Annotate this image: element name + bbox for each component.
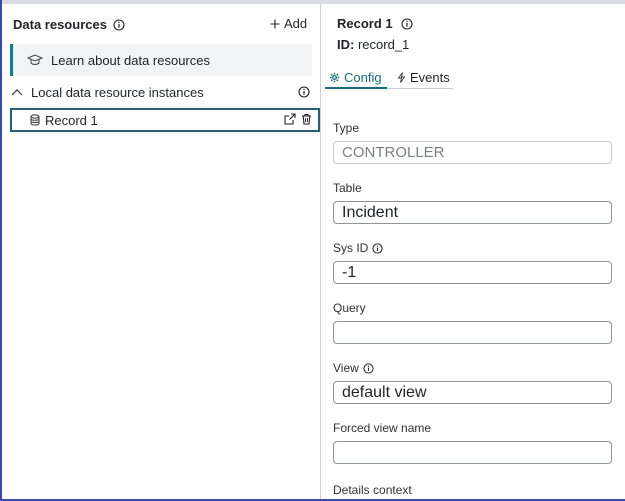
- details-context-label: Details context: [333, 483, 412, 497]
- record-id-prefix: ID:: [337, 37, 355, 52]
- section-label: Local data resource instances: [31, 84, 204, 100]
- table-field[interactable]: Incident: [333, 201, 612, 224]
- table-label: Table: [333, 181, 362, 195]
- tabs-baseline: [387, 88, 453, 89]
- sys-id-field[interactable]: -1: [333, 261, 612, 284]
- record-id: ID: record_1: [337, 37, 409, 52]
- active-tab-indicator: [325, 87, 387, 89]
- record-actions: [284, 113, 312, 125]
- tab-config-label: Config: [344, 69, 382, 85]
- record-config-panel: Record 1 ID: record_1 Config Events Type…: [321, 4, 625, 499]
- type-field: CONTROLLER: [333, 141, 612, 164]
- lightning-icon: [397, 71, 406, 83]
- tab-events[interactable]: Events: [397, 66, 450, 88]
- tab-bar: Config Events: [321, 64, 625, 90]
- view-field[interactable]: default view: [333, 381, 612, 404]
- local-instances-section-header[interactable]: Local data resource instances: [11, 83, 312, 101]
- forced-view-name-label: Forced view name: [333, 421, 432, 435]
- query-field[interactable]: [333, 321, 612, 344]
- type-label: Type: [333, 121, 360, 135]
- forced-view-name-field[interactable]: [333, 441, 612, 464]
- data-resources-panel: Data resources Add Learn about data reso…: [2, 4, 320, 499]
- add-button[interactable]: Add: [270, 16, 307, 31]
- graduation-cap-icon: [27, 54, 43, 65]
- gear-icon: [329, 72, 340, 82]
- record-label: Record 1: [45, 112, 98, 128]
- info-icon[interactable]: [113, 18, 125, 31]
- view-label: View: [333, 361, 359, 375]
- info-icon[interactable]: [363, 362, 374, 374]
- tab-events-label: Events: [410, 69, 450, 85]
- info-icon[interactable]: [372, 242, 383, 254]
- record-header: Record 1: [337, 16, 413, 31]
- learn-about-label: Learn about data resources: [51, 52, 210, 68]
- info-icon[interactable]: [401, 17, 413, 30]
- learn-about-link[interactable]: Learn about data resources: [10, 44, 312, 76]
- sys-id-label-row: Sys ID: [333, 241, 383, 255]
- sys-id-label: Sys ID: [333, 241, 369, 255]
- plus-icon: [270, 19, 280, 28]
- panel-header: Data resources: [13, 17, 125, 32]
- chevron-up-icon: [11, 89, 23, 96]
- record-title: Record 1: [337, 16, 393, 31]
- record-list-item[interactable]: Record 1: [10, 108, 320, 132]
- panel-title: Data resources: [13, 17, 107, 32]
- trash-icon[interactable]: [301, 113, 312, 125]
- info-icon[interactable]: [298, 86, 310, 98]
- query-label: Query: [333, 301, 366, 315]
- record-id-value: record_1: [357, 37, 410, 52]
- open-external-icon[interactable]: [284, 113, 296, 125]
- add-button-label: Add: [284, 16, 308, 31]
- tab-config[interactable]: Config: [329, 66, 382, 88]
- view-label-row: View: [333, 361, 374, 375]
- database-icon: [30, 114, 40, 126]
